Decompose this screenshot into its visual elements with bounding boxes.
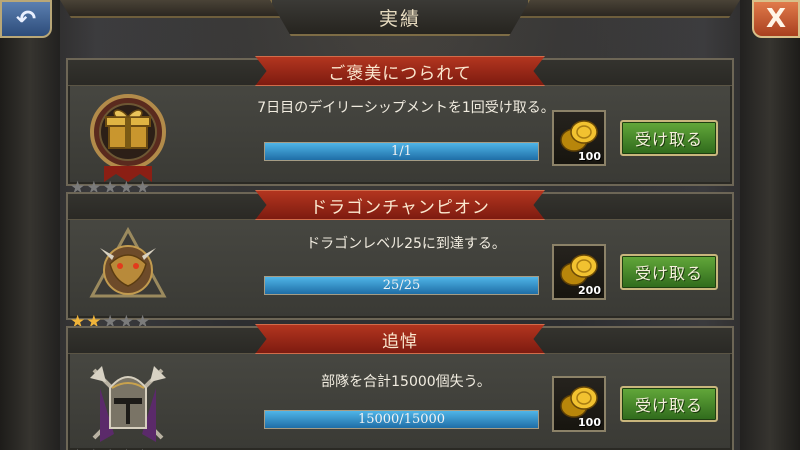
reward-quantity: 100	[578, 150, 601, 163]
card-title: ご褒美につられて	[328, 63, 472, 84]
progress-text: 1/1	[391, 144, 412, 159]
reward-slot: 100	[552, 376, 606, 432]
reward-quantity: 200	[578, 284, 601, 297]
card-title: ドラゴンチャンピオン	[310, 197, 490, 218]
title-plate: 実績	[270, 0, 530, 36]
card-header: 追悼	[68, 324, 732, 354]
close-icon: X	[765, 4, 787, 34]
right-pillar	[740, 0, 800, 450]
reward-quantity: 100	[578, 416, 601, 429]
card-title: 追悼	[382, 331, 418, 352]
achievement-card: ドラゴンチャンピオン ★ ★ ★ ★ ★ ドラゴンレベル25に到達する。 25/…	[66, 190, 734, 331]
knight-helmet-icon	[90, 366, 166, 442]
achievement-card: 追悼 ★ ★ ★ ★ ★ 部隊を合計15000個失う。 15000/15000	[66, 324, 734, 450]
card-header: ご褒美につられて	[68, 56, 732, 86]
back-arrow-icon: ↶	[15, 5, 37, 33]
dragon-head-icon	[89, 226, 167, 298]
claim-button[interactable]: 受け取る	[620, 254, 718, 290]
progress-text: 15000/15000	[357, 412, 446, 427]
card-title-ribbon: ご褒美につられて	[255, 56, 545, 86]
progress-text: 25/25	[382, 278, 421, 293]
progress-bar: 1/1	[264, 142, 539, 161]
reward-slot: 200	[552, 244, 606, 300]
title-wing-right	[520, 0, 740, 18]
left-pillar	[0, 0, 60, 450]
progress-bar: 25/25	[264, 276, 539, 295]
card-title-ribbon: 追悼	[255, 324, 545, 354]
title-wing-left	[60, 0, 280, 18]
achievement-description: ドラゴンレベル25に到達する。	[306, 236, 506, 252]
close-button[interactable]: X	[752, 0, 800, 38]
reward-slot: 100	[552, 110, 606, 166]
card-header: ドラゴンチャンピオン	[68, 190, 732, 220]
card-title-ribbon: ドラゴンチャンピオン	[255, 190, 545, 220]
claim-button[interactable]: 受け取る	[620, 386, 718, 422]
claim-button[interactable]: 受け取る	[620, 120, 718, 156]
back-button[interactable]: ↶	[0, 0, 52, 38]
achievement-card: ご褒美につられて ★ ★ ★ ★ ★ 7日目のデイリーシップメントを1回受け取る…	[66, 56, 734, 197]
progress-bar: 15000/15000	[264, 410, 539, 429]
achievement-description: 部隊を合計15000個失う。	[321, 374, 491, 390]
page-title: 実績	[378, 7, 421, 30]
gift-box-icon	[90, 94, 166, 182]
achievement-description: 7日目のデイリーシップメントを1回受け取る。	[257, 100, 555, 116]
